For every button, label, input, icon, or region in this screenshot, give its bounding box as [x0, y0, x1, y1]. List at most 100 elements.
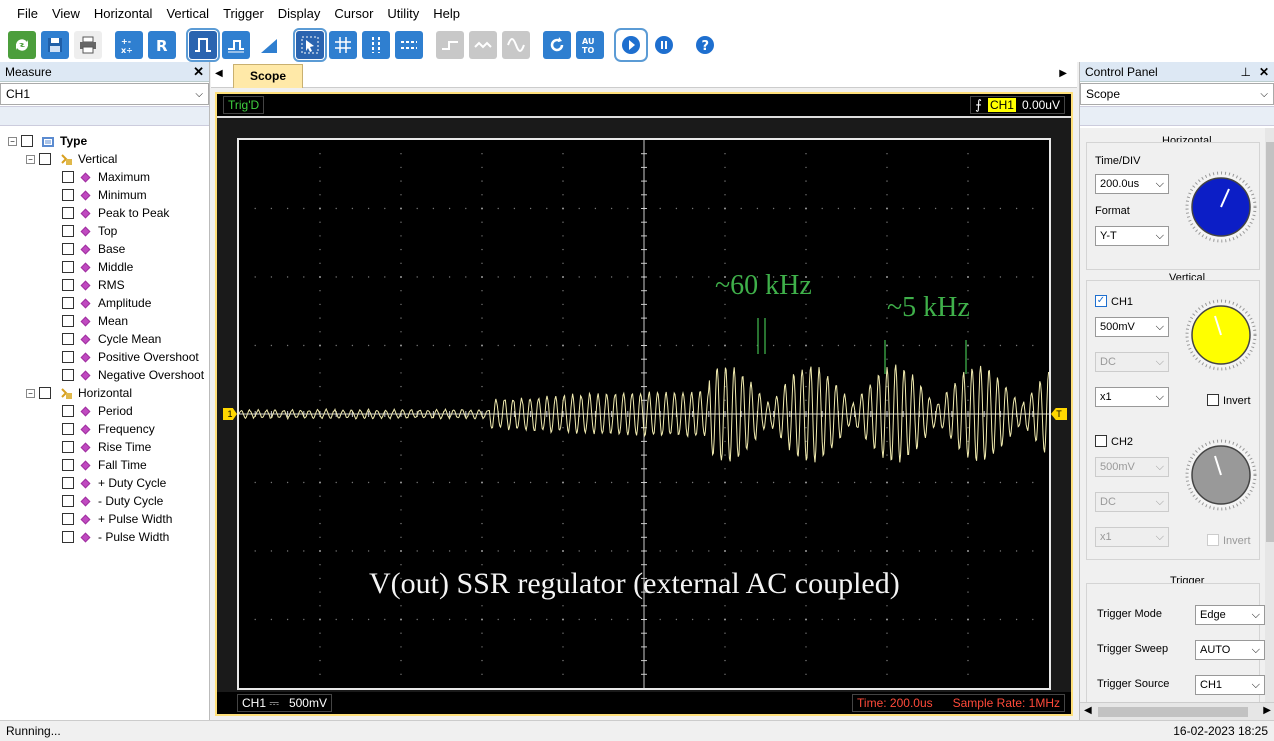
tab-right-arrow-icon[interactable]: ▶ [1059, 68, 1067, 79]
checkbox[interactable] [62, 477, 74, 489]
print-icon[interactable] [74, 31, 102, 59]
checkbox[interactable] [62, 369, 74, 381]
format-select[interactable]: Y-T ⌵ [1095, 226, 1169, 246]
tree-item[interactable]: Fall Time [0, 456, 209, 474]
tree-item[interactable]: Frequency [0, 420, 209, 438]
tree-item[interactable]: Peak to Peak [0, 204, 209, 222]
tree-item[interactable]: Rise Time [0, 438, 209, 456]
tree-item[interactable]: Base [0, 240, 209, 258]
checkbox[interactable] [39, 153, 51, 165]
time-div-select[interactable]: 200.0us ⌵ [1095, 174, 1169, 194]
menu-utility[interactable]: Utility [380, 0, 426, 28]
wave-icon[interactable] [469, 31, 497, 59]
step-icon[interactable] [222, 31, 250, 59]
tree-group-vertical[interactable]: − Vertical [0, 150, 209, 168]
scroll-left-icon[interactable]: ◀ [1084, 705, 1092, 716]
ch2-volts-knob[interactable] [1185, 439, 1257, 511]
tree-item[interactable]: Period [0, 402, 209, 420]
tree-item[interactable]: Maximum [0, 168, 209, 186]
ch2-invert-checkbox[interactable] [1207, 534, 1219, 546]
checkbox[interactable] [62, 531, 74, 543]
checkbox[interactable] [62, 513, 74, 525]
ch1-ground-marker[interactable]: 1 [223, 408, 237, 420]
checkbox[interactable] [62, 297, 74, 309]
horizontal-cursor-icon[interactable] [395, 31, 423, 59]
rotate-icon[interactable] [543, 31, 571, 59]
checkbox[interactable] [62, 243, 74, 255]
tree-item[interactable]: RMS [0, 276, 209, 294]
tree-item[interactable]: Mean [0, 312, 209, 330]
checkbox[interactable] [39, 387, 51, 399]
auto-icon[interactable]: AU TO [576, 31, 604, 59]
run-icon[interactable] [617, 31, 645, 59]
ch2-scale-select[interactable]: 500mV ⌵ [1095, 457, 1169, 477]
vertical-scrollbar[interactable] [1265, 128, 1274, 702]
ch1-scale-select[interactable]: 500mV ⌵ [1095, 317, 1169, 337]
ch1-volts-knob[interactable] [1185, 299, 1257, 371]
close-icon[interactable]: ✕ [1259, 65, 1269, 79]
tree-item[interactable]: Top [0, 222, 209, 240]
menu-help[interactable]: Help [426, 0, 467, 28]
collapse-icon[interactable]: − [26, 155, 35, 164]
checkbox[interactable] [62, 207, 74, 219]
checkbox[interactable] [62, 351, 74, 363]
checkbox[interactable] [62, 459, 74, 471]
tree-item[interactable]: Negative Overshoot [0, 366, 209, 384]
ch2-coupling-select[interactable]: DC ⌵ [1095, 492, 1169, 512]
control-mode-select[interactable]: Scope ⌵ [1080, 83, 1274, 105]
math-icon[interactable]: +- x÷ [115, 31, 143, 59]
menu-cursor[interactable]: Cursor [327, 0, 380, 28]
scrollbar-thumb[interactable] [1266, 142, 1274, 542]
trigger-level-marker[interactable]: T [1051, 408, 1067, 420]
tree-item[interactable]: - Duty Cycle [0, 492, 209, 510]
checkbox[interactable] [62, 495, 74, 507]
trigger-sweep-select[interactable]: AUTO ⌵ [1195, 640, 1265, 660]
ch1-checkbox[interactable]: ✓ [1095, 295, 1107, 307]
reference-icon[interactable]: R [148, 31, 176, 59]
measure-channel-select[interactable]: CH1 ⌵ [0, 83, 209, 105]
sine-icon[interactable] [502, 31, 530, 59]
checkbox[interactable] [62, 279, 74, 291]
checkbox[interactable] [62, 171, 74, 183]
checkbox[interactable] [62, 423, 74, 435]
menu-trigger[interactable]: Trigger [216, 0, 271, 28]
checkbox[interactable] [62, 315, 74, 327]
ch1-invert-checkbox[interactable] [1207, 394, 1219, 406]
tree-item[interactable]: - Pulse Width [0, 528, 209, 546]
collapse-icon[interactable]: − [8, 137, 17, 146]
scroll-right-icon[interactable]: ▶ [1263, 705, 1271, 716]
tree-item[interactable]: Positive Overshoot [0, 348, 209, 366]
tab-left-arrow-icon[interactable]: ◀ [215, 68, 223, 79]
line-icon[interactable] [436, 31, 464, 59]
horizontal-scrollbar[interactable]: ◀ ▶ [1080, 702, 1274, 720]
tree-item[interactable]: + Duty Cycle [0, 474, 209, 492]
tree-item[interactable]: Minimum [0, 186, 209, 204]
menu-vertical[interactable]: Vertical [159, 0, 216, 28]
checkbox[interactable] [62, 261, 74, 273]
ch2-checkbox[interactable] [1095, 435, 1107, 447]
tree-item[interactable]: Amplitude [0, 294, 209, 312]
checkbox[interactable] [62, 441, 74, 453]
close-icon[interactable]: ✕ [193, 64, 204, 80]
ch2-probe-select[interactable]: x1 ⌵ [1095, 527, 1169, 547]
menu-horizontal[interactable]: Horizontal [87, 0, 160, 28]
tree-item[interactable]: + Pulse Width [0, 510, 209, 528]
vertical-cursor-icon[interactable] [362, 31, 390, 59]
tree-item[interactable]: Cycle Mean [0, 330, 209, 348]
checkbox[interactable] [62, 405, 74, 417]
checkbox[interactable] [62, 189, 74, 201]
waveform-display[interactable]: ~60 kHz ~5 kHz V(out) SSR regulator (ext… [237, 138, 1051, 690]
ch1-probe-select[interactable]: x1 ⌵ [1095, 387, 1169, 407]
cursor-select-icon[interactable] [296, 31, 324, 59]
trigger-source-select[interactable]: CH1 ⌵ [1195, 675, 1265, 695]
pin-icon[interactable]: ⊥ [1240, 65, 1250, 79]
menu-file[interactable]: File [10, 0, 45, 28]
menu-view[interactable]: View [45, 0, 87, 28]
trigger-mode-select[interactable]: Edge ⌵ [1195, 605, 1265, 625]
tree-group-horizontal[interactable]: − Horizontal [0, 384, 209, 402]
tree-root-type[interactable]: − Type [0, 132, 209, 150]
ramp-icon[interactable] [255, 31, 283, 59]
checkbox[interactable] [62, 225, 74, 237]
tree-item[interactable]: Middle [0, 258, 209, 276]
save-icon[interactable] [41, 31, 69, 59]
